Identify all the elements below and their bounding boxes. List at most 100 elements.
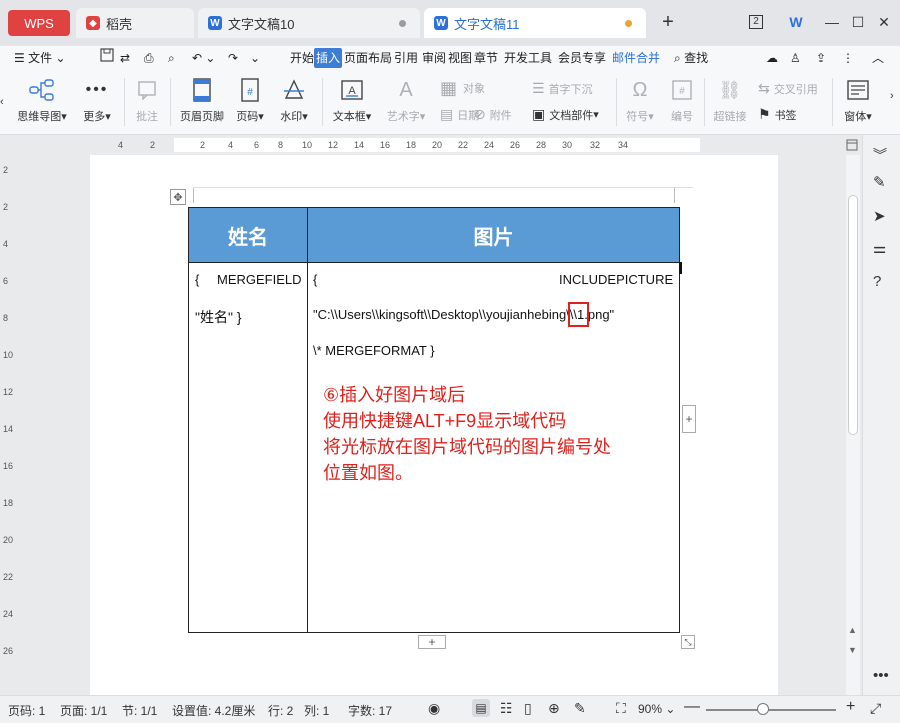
maximize-button[interactable]: ☐ [846, 10, 870, 34]
close-button[interactable]: ✕ [872, 10, 896, 34]
add-column-button[interactable]: + [682, 405, 696, 433]
outline-view-icon[interactable]: ☷ [500, 700, 513, 717]
hyperlink-button[interactable]: ⛓ 超链接 [712, 78, 748, 124]
mergefield-arg[interactable]: "姓名" } [195, 307, 242, 327]
table-move-handle-icon[interactable]: ✥ [170, 189, 186, 205]
tab-doc11[interactable]: W 文字文稿11 [424, 8, 646, 38]
more-icon[interactable]: ⋮ [840, 48, 856, 68]
output-pdf-icon[interactable]: ⇄ [118, 48, 132, 68]
sidebar-collapse-icon[interactable]: ︾ [873, 145, 887, 165]
tab-doc10[interactable]: W 文字文稿10 [198, 8, 420, 38]
zoom-out-button[interactable]: — [684, 698, 700, 716]
zoom-level[interactable]: 90% ⌄ [638, 702, 675, 716]
drop-cap-button[interactable]: ☰ 首字下沉 [532, 80, 593, 97]
status-words[interactable]: 字数: 17 [348, 702, 392, 719]
web-view-icon[interactable]: ⊕ [548, 700, 560, 717]
menu-item-9[interactable]: 邮件合并 [610, 48, 662, 68]
col-header-picture[interactable]: 图片 [308, 208, 679, 262]
watermark-button[interactable]: 水印▾ [276, 78, 312, 124]
search-button[interactable]: ⌕ 查找 [672, 48, 710, 68]
page-number-button[interactable]: # 页码▾ [232, 78, 268, 124]
help-icon[interactable]: ? [873, 273, 881, 290]
status-page[interactable]: 页码: 1 [8, 702, 45, 719]
scroll-down-icon[interactable]: ▼ [848, 645, 857, 655]
mergefield-code[interactable]: MERGEFIELD [217, 272, 302, 287]
share-icon[interactable]: ⇪ [814, 48, 828, 68]
fullscreen-icon[interactable]: ⤢ [870, 700, 881, 717]
save-icon[interactable] [98, 48, 116, 68]
minimize-button[interactable]: — [820, 10, 844, 34]
menu-item-7[interactable]: 开发工具 [502, 48, 554, 68]
collapse-ribbon-icon[interactable]: ︿ [870, 48, 886, 68]
form-button[interactable]: 窗体▾ [840, 78, 876, 124]
includepicture-code[interactable]: INCLUDEPICTURE [559, 272, 673, 287]
vertical-scrollbar[interactable]: ▲ ▼ [846, 155, 860, 695]
bookmark-button[interactable]: ⚑ 书签 [758, 106, 797, 123]
file-menu[interactable]: ☰ 文件 ⌄ [12, 48, 68, 68]
numbering-button[interactable]: # 编号 [666, 78, 698, 124]
preview-icon[interactable]: ⌕ [166, 48, 177, 68]
table-resize-handle-icon[interactable]: ⤡ [681, 635, 695, 649]
menu-item-3[interactable]: 引用 [392, 48, 420, 68]
ruler-toggle-icon[interactable] [846, 139, 858, 151]
add-row-button[interactable]: + [418, 635, 446, 649]
zoom-in-button[interactable]: + [846, 698, 855, 716]
redo-icon[interactable]: ↷ [226, 48, 240, 68]
reading-view-icon[interactable]: ▯ [524, 700, 532, 717]
page-view-icon[interactable]: ▤ [472, 699, 490, 717]
pen-icon[interactable]: ✎ [873, 173, 886, 191]
tab-daoke[interactable]: ◆ 稻壳 [76, 8, 194, 38]
menu-item-5[interactable]: 视图 [446, 48, 474, 68]
cursor-icon[interactable]: ➤ [873, 207, 886, 225]
wps-logo-icon[interactable]: W [784, 10, 808, 34]
new-tab-button[interactable]: + [656, 10, 680, 34]
zoom-slider[interactable] [706, 709, 836, 711]
status-setting[interactable]: 设置值: 4.2厘米 [172, 702, 255, 719]
doc-parts-button[interactable]: ▣ 文档部件 ▾ [532, 106, 599, 123]
status-pages[interactable]: 页面: 1/1 [60, 702, 107, 719]
menu-item-8[interactable]: 会员专享 [556, 48, 608, 68]
quick-access-more-icon[interactable]: ⌄ [248, 48, 262, 68]
status-row[interactable]: 行: 2 [268, 702, 293, 719]
status-section[interactable]: 节: 1/1 [122, 702, 157, 719]
field-brace[interactable]: { [313, 272, 317, 287]
textbox-button[interactable]: A 文本框▾ [330, 78, 374, 124]
print-icon[interactable]: ⎙ [142, 48, 156, 68]
settings-sliders-icon[interactable]: ⚌ [873, 239, 886, 257]
scroll-up-icon[interactable]: ▲ [848, 625, 857, 635]
attachment-button[interactable]: ⊘ 附件 [474, 106, 512, 123]
menu-item-1[interactable]: 插入 [314, 48, 343, 68]
wordart-button[interactable]: A 艺术字▾ [384, 78, 428, 124]
picture-path[interactable]: "C:\\Users\\kingsoft\\Desktop\\youjianhe… [313, 302, 614, 327]
mail-merge-table[interactable]: 姓名 图片 { MERGEFIELD "姓名" } { INCLUDEPICTU… [188, 207, 682, 633]
zoom-slider-thumb[interactable] [757, 703, 769, 715]
write-view-icon[interactable]: ✎ [574, 700, 586, 717]
sidebar-more-icon[interactable]: ••• [873, 667, 889, 684]
object-button[interactable]: ▦ 对象 [440, 78, 485, 98]
scroll-thumb[interactable] [848, 195, 858, 435]
ribbon-scroll-right-icon[interactable]: › [890, 90, 894, 102]
picture-number-highlight[interactable]: \1 [568, 302, 590, 327]
cloud-icon[interactable]: ☁ [764, 48, 780, 68]
fit-page-icon[interactable]: ⛶ [616, 700, 626, 717]
menu-item-0[interactable]: 开始 [288, 48, 316, 68]
share-user-icon[interactable]: ♙ [788, 48, 803, 68]
window-count-icon[interactable]: 2 [744, 10, 768, 34]
cross-ref-button[interactable]: ⇆ 交叉引用 [758, 80, 818, 97]
tab-close-dot[interactable] [399, 20, 406, 27]
menu-item-6[interactable]: 章节 [472, 48, 500, 68]
header-footer-button[interactable]: 页眉页脚 [178, 78, 226, 124]
undo-icon[interactable]: ↶ ⌄ [190, 48, 217, 68]
menu-item-2[interactable]: 页面布局 [342, 48, 394, 68]
comment-button[interactable]: 批注 [132, 78, 162, 124]
ribbon-scroll-left-icon[interactable]: ‹ [0, 90, 10, 114]
eye-protect-icon[interactable]: ◉ [428, 700, 440, 717]
mindmap-button[interactable]: 思维导图▾ [14, 78, 70, 124]
status-col[interactable]: 列: 1 [304, 702, 329, 719]
col-header-name[interactable]: 姓名 [189, 208, 308, 262]
field-brace[interactable]: { [195, 272, 199, 287]
menu-item-4[interactable]: 审阅 [420, 48, 448, 68]
more-button[interactable]: ••• 更多▾ [80, 78, 114, 124]
symbol-button[interactable]: Ω 符号▾ [624, 78, 656, 124]
unsaved-dot[interactable] [625, 20, 632, 27]
